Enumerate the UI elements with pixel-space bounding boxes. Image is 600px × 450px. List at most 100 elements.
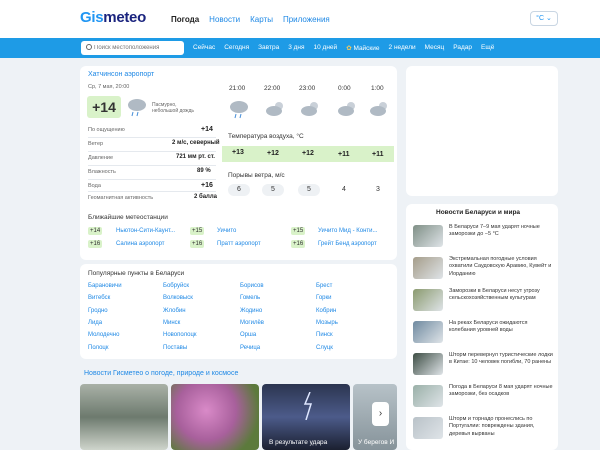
- popular-city-link[interactable]: Речица: [240, 345, 260, 351]
- top-nav: Погода Новости Карты Приложения: [171, 15, 330, 24]
- period-month[interactable]: Месяц: [425, 44, 445, 52]
- cloud-moon-icon: [301, 102, 318, 116]
- news-thumbnail[interactable]: [413, 225, 443, 247]
- wind-gust: 6: [228, 184, 250, 196]
- search-input[interactable]: [81, 41, 184, 55]
- popular-city-link[interactable]: Борисов: [240, 283, 264, 289]
- popular-city-link[interactable]: Гомель: [240, 295, 260, 301]
- news-headline-link[interactable]: Шторм и торнадо пронеслись по Португалии…: [449, 416, 553, 438]
- period-radar[interactable]: Радар: [453, 44, 472, 52]
- popular-city-link[interactable]: Горки: [316, 295, 332, 301]
- news-card[interactable]: В результате удара: [262, 384, 350, 450]
- stat-label: Давление: [88, 155, 114, 161]
- period-nav: Сейчас Сегодня Завтра 3 дня 10 дней ✿ Ма…: [193, 44, 494, 52]
- location-title[interactable]: Хатчинсон аэропорт: [88, 71, 154, 78]
- news-headline-link[interactable]: Погода в Беларуси 8 мая ударят ночные за…: [449, 384, 553, 399]
- cloud-moon-icon: [370, 102, 387, 116]
- unit-select[interactable]: °C ⌄: [530, 11, 558, 26]
- search-icon: [86, 44, 92, 50]
- hour-temp: +11: [338, 151, 350, 158]
- popular-city-link[interactable]: Бобруйск: [163, 283, 189, 289]
- period-tomorrow[interactable]: Завтра: [258, 44, 279, 52]
- popular-city-link[interactable]: Мозырь: [316, 320, 338, 326]
- news-headline-link[interactable]: На реках Беларуси ожидаются колебания ур…: [449, 320, 553, 335]
- period-10days[interactable]: 10 дней: [314, 44, 338, 52]
- news-thumbnail[interactable]: [413, 257, 443, 279]
- hour-label: 1:00: [371, 85, 384, 92]
- news-thumbnail[interactable]: [413, 385, 443, 407]
- divider: [88, 191, 216, 192]
- period-may-label: Майские: [353, 45, 380, 52]
- period-may[interactable]: ✿ Майские: [346, 44, 379, 52]
- nav-weather[interactable]: Погода: [171, 15, 199, 24]
- popular-city-link[interactable]: Кобрин: [316, 308, 336, 314]
- station-link[interactable]: Грейт Бенд аэропорт: [318, 241, 377, 247]
- popular-city-link[interactable]: Жлобин: [163, 308, 186, 314]
- station-link[interactable]: Ньютон-Сити-Каунт...: [116, 228, 175, 234]
- period-today[interactable]: Сегодня: [224, 44, 249, 52]
- stat-label: Влажность: [88, 169, 116, 175]
- popular-panel: [80, 264, 397, 359]
- hour-temp: +12: [302, 150, 314, 157]
- nav-news[interactable]: Новости: [209, 15, 240, 24]
- news-headline-link[interactable]: Экстремальная погодные условия охватили …: [449, 256, 553, 278]
- station-temp: +16: [291, 240, 306, 248]
- popular-city-link[interactable]: Поставы: [163, 345, 187, 351]
- stat-value: 2 балла: [194, 194, 218, 200]
- station-link[interactable]: Салина аэропорт: [116, 241, 165, 247]
- popular-city-link[interactable]: Пинск: [316, 332, 333, 338]
- news-card-caption: У берегов И: [358, 439, 395, 446]
- stat-value: +14: [201, 126, 213, 133]
- news-thumbnail[interactable]: [413, 353, 443, 375]
- news-headline-link[interactable]: Шторм перевернул туристические лодки в К…: [449, 352, 553, 367]
- nav-apps[interactable]: Приложения: [283, 15, 330, 24]
- popular-city-link[interactable]: Минск: [163, 320, 180, 326]
- popular-city-link[interactable]: Жодино: [240, 308, 262, 314]
- news-card[interactable]: [80, 384, 168, 450]
- popular-city-link[interactable]: Волковыск: [163, 295, 193, 301]
- popular-city-link[interactable]: Лида: [88, 320, 102, 326]
- wind-label: Порывы ветра, м/с: [228, 172, 285, 179]
- news-thumbnail[interactable]: [413, 417, 443, 439]
- news-thumbnail[interactable]: [413, 321, 443, 343]
- news-headline-link[interactable]: В Беларуси 7–9 мая ударят ночные замороз…: [449, 224, 553, 239]
- weather-desc: Пасмурно, небольшой дождь: [152, 102, 195, 114]
- popular-city-link[interactable]: Барановичи: [88, 283, 122, 289]
- period-2weeks[interactable]: 2 недели: [389, 44, 416, 52]
- cloud-rain-icon: [128, 99, 146, 117]
- period-3days[interactable]: 3 дня: [288, 44, 304, 52]
- station-link[interactable]: Уичито: [217, 228, 236, 234]
- popular-city-link[interactable]: Могилёв: [240, 320, 264, 326]
- news-card[interactable]: [171, 384, 259, 450]
- wind-gust: 3: [376, 186, 380, 193]
- lightning-icon: [303, 392, 313, 420]
- news-headline-link[interactable]: Заморозки в Беларуси несут угрозу сельск…: [449, 288, 553, 303]
- popular-city-link[interactable]: Молодечно: [88, 332, 119, 338]
- nav-maps[interactable]: Карты: [250, 15, 273, 24]
- station-link[interactable]: Уичито Мид - Конти...: [318, 228, 377, 234]
- logo[interactable]: Gismeteo: [80, 9, 146, 26]
- wind-gust: 4: [342, 186, 346, 193]
- popular-city-link[interactable]: Слуцк: [316, 345, 333, 351]
- period-more[interactable]: Ещё: [481, 44, 494, 52]
- news-bottom-title[interactable]: Новости Гисметео о погоде, природе и кос…: [84, 370, 238, 377]
- popular-city-link[interactable]: Полоцк: [88, 345, 108, 351]
- wind-gust: 5: [298, 184, 320, 196]
- stat-label: По ощущению: [88, 127, 125, 133]
- period-now[interactable]: Сейчас: [193, 44, 215, 52]
- news-card-caption: В результате удара: [269, 439, 328, 446]
- temp-graph-label: Температура воздуха, °C: [228, 133, 304, 140]
- stations-title: Ближайшие метеостанции: [88, 214, 168, 221]
- popular-city-link[interactable]: Брест: [316, 283, 332, 289]
- popular-title: Популярные пункты в Беларуси: [88, 270, 185, 277]
- news-thumbnail[interactable]: [413, 289, 443, 311]
- carousel-next-button[interactable]: ›: [372, 402, 389, 426]
- hour-label: 21:00: [229, 85, 246, 92]
- popular-city-link[interactable]: Новополоцк: [163, 332, 197, 338]
- hour-label: 0:00: [338, 85, 351, 92]
- stat-label: Геомагнитная активность: [88, 195, 154, 201]
- popular-city-link[interactable]: Гродно: [88, 308, 108, 314]
- popular-city-link[interactable]: Орша: [240, 332, 256, 338]
- station-link[interactable]: Пратт аэропорт: [217, 241, 261, 247]
- popular-city-link[interactable]: Витебск: [88, 295, 110, 301]
